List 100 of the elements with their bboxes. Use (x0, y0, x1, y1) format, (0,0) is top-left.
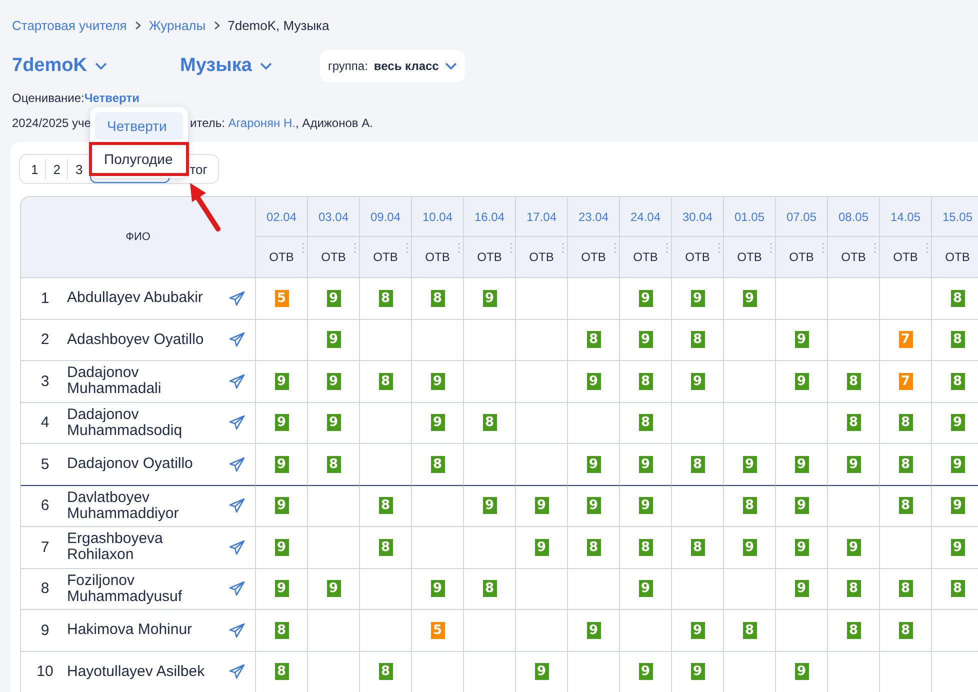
grade-cell[interactable] (360, 320, 412, 361)
grade-cell[interactable]: 9 (724, 444, 776, 486)
grade-cell[interactable]: 9 (932, 527, 978, 568)
grade-cell[interactable]: 9 (620, 278, 672, 320)
grade-cell[interactable]: 9 (256, 568, 308, 610)
grade-cell[interactable]: 8 (724, 486, 776, 527)
grade-cell[interactable] (828, 320, 880, 361)
grade-cell[interactable]: 9 (620, 444, 672, 486)
date-header[interactable]: 07.05 (776, 197, 828, 237)
grade-cell[interactable]: 8 (620, 361, 672, 402)
grade-cell[interactable]: 8 (828, 402, 880, 444)
grade-cell[interactable]: 8 (412, 444, 464, 486)
date-header[interactable]: 02.04 (256, 197, 308, 237)
grade-cell[interactable] (308, 610, 360, 652)
grade-cell[interactable] (724, 361, 776, 402)
breadcrumb-link[interactable]: Стартовая учителя (12, 18, 127, 32)
grade-cell[interactable] (464, 361, 516, 402)
grade-cell[interactable] (308, 486, 360, 527)
grade-cell[interactable] (360, 568, 412, 610)
grade-cell[interactable]: 5 (256, 278, 308, 320)
period-tab[interactable]: 2 (45, 159, 68, 179)
grade-cell[interactable]: 9 (256, 444, 308, 486)
menu-item[interactable]: Полугодие (92, 145, 186, 173)
class-dropdown[interactable]: 7demoK (12, 55, 180, 77)
grade-cell[interactable]: 9 (308, 361, 360, 402)
grade-cell[interactable] (672, 568, 724, 610)
grade-cell[interactable]: 9 (776, 444, 828, 486)
date-header[interactable]: 23.04 (568, 197, 620, 237)
grade-cell[interactable] (412, 320, 464, 361)
date-header[interactable]: 08.05 (828, 197, 880, 237)
breadcrumb-link[interactable]: Журналы (148, 18, 206, 32)
send-icon[interactable] (229, 332, 245, 348)
grade-cell[interactable]: 8 (932, 320, 978, 361)
grade-cell[interactable]: 9 (256, 402, 308, 444)
grade-cell[interactable]: 9 (412, 568, 464, 610)
grade-cell[interactable]: 9 (776, 652, 828, 692)
grade-cell[interactable]: 8 (828, 361, 880, 402)
grade-cell[interactable] (880, 278, 932, 320)
grade-cell[interactable] (360, 610, 412, 652)
grade-cell[interactable]: 9 (568, 361, 620, 402)
grade-cell[interactable]: 9 (620, 486, 672, 527)
grade-cell[interactable]: 8 (672, 444, 724, 486)
grade-cell[interactable] (360, 402, 412, 444)
grade-cell[interactable]: 9 (568, 444, 620, 486)
send-icon[interactable] (229, 664, 245, 680)
date-header[interactable]: 09.04 (360, 197, 412, 237)
grade-cell[interactable]: 8 (464, 402, 516, 444)
grade-cell[interactable] (516, 402, 568, 444)
grade-cell[interactable]: 9 (516, 486, 568, 527)
grade-cell[interactable]: 8 (880, 402, 932, 444)
send-icon[interactable] (229, 581, 245, 596)
date-header[interactable]: 17.04 (516, 197, 568, 237)
grade-cell[interactable]: 9 (776, 361, 828, 402)
grade-cell[interactable]: 8 (620, 402, 672, 444)
send-icon[interactable] (229, 415, 245, 430)
grade-cell[interactable]: 9 (620, 320, 672, 361)
date-header[interactable]: 10.04 (412, 197, 464, 237)
grade-cell[interactable] (828, 486, 880, 527)
grade-cell[interactable] (776, 402, 828, 444)
grade-cell[interactable]: 9 (776, 320, 828, 361)
grade-cell[interactable]: 9 (568, 610, 620, 652)
grade-cell[interactable]: 8 (880, 568, 932, 610)
teacher-link[interactable]: Агаронян Н. (228, 116, 296, 130)
grade-cell[interactable]: 9 (828, 527, 880, 568)
send-icon[interactable] (229, 374, 245, 389)
grade-cell[interactable] (620, 610, 672, 652)
send-icon[interactable] (229, 290, 245, 306)
grade-cell[interactable]: 8 (360, 527, 412, 568)
grade-cell[interactable] (828, 278, 880, 320)
date-header[interactable]: 30.04 (672, 197, 724, 237)
grade-cell[interactable] (672, 486, 724, 527)
grade-cell[interactable]: 9 (516, 527, 568, 568)
date-header[interactable]: 01.05 (724, 197, 776, 237)
grade-cell[interactable] (724, 402, 776, 444)
grade-cell[interactable]: 8 (828, 610, 880, 652)
menu-item[interactable]: Четверти (95, 112, 183, 140)
grade-cell[interactable] (256, 320, 308, 361)
date-header[interactable]: 15.05 (932, 197, 978, 237)
date-header[interactable]: 03.04 (308, 197, 360, 237)
grade-cell[interactable]: 9 (256, 486, 308, 527)
grade-cell[interactable]: 9 (464, 278, 516, 320)
grade-cell[interactable]: 8 (412, 278, 464, 320)
grade-cell[interactable] (568, 402, 620, 444)
grade-cell[interactable]: 8 (360, 361, 412, 402)
grade-cell[interactable] (464, 527, 516, 568)
send-icon[interactable] (229, 622, 245, 638)
grade-cell[interactable]: 9 (672, 361, 724, 402)
grade-cell[interactable]: 7 (880, 320, 932, 361)
send-icon[interactable] (229, 498, 245, 514)
grade-cell[interactable]: 8 (308, 444, 360, 486)
date-header[interactable]: 16.04 (464, 197, 516, 237)
grade-cell[interactable]: 9 (932, 402, 978, 444)
grade-cell[interactable]: 9 (308, 320, 360, 361)
send-icon[interactable] (229, 456, 245, 472)
grade-cell[interactable] (464, 320, 516, 361)
grade-cell[interactable]: 9 (828, 444, 880, 486)
grade-cell[interactable] (360, 444, 412, 486)
grade-cell[interactable]: 9 (932, 486, 978, 527)
grade-cell[interactable]: 8 (464, 568, 516, 610)
grade-cell[interactable]: 9 (932, 444, 978, 486)
